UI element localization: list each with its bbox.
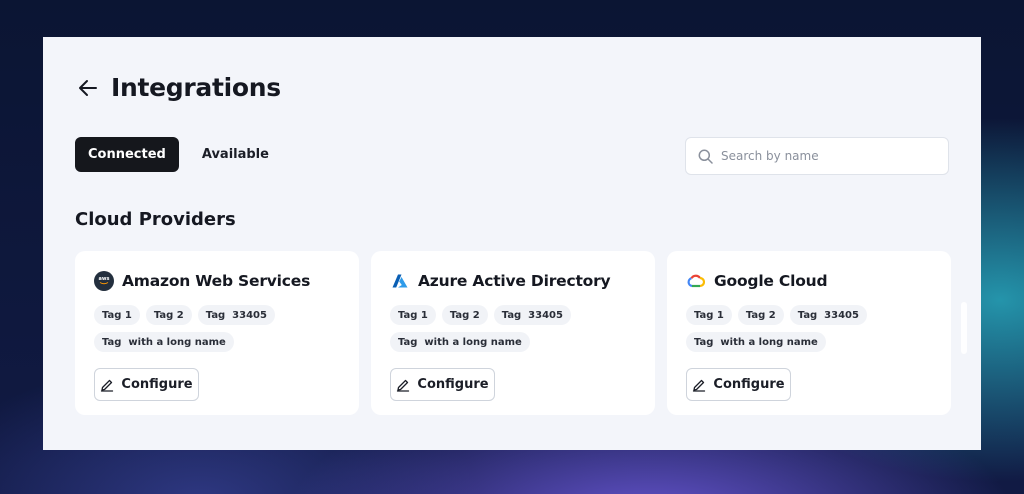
- tag: Tag with a long name: [686, 332, 826, 352]
- search-icon: [698, 149, 713, 164]
- tag: Tag 33405: [493, 305, 571, 325]
- card-header: Azure Active Directory: [390, 271, 637, 291]
- card-header: aws Amazon Web Services: [94, 271, 341, 291]
- provider-card-google-cloud: Google Cloud Tag 1 Tag 2 Tag 33405 Tag w…: [667, 251, 951, 415]
- tab-available[interactable]: Available: [189, 137, 282, 172]
- tag: Tag with a long name: [94, 332, 234, 352]
- card-header: Google Cloud: [686, 271, 933, 291]
- pencil-icon: [101, 379, 114, 392]
- tag: Tag 2: [441, 305, 488, 325]
- configure-label: Configure: [713, 377, 785, 392]
- tag-list: Tag 1 Tag 2 Tag 33405 Tag with a long na…: [94, 305, 344, 352]
- section-title: Cloud Providers: [75, 209, 236, 230]
- provider-cards: aws Amazon Web Services Tag 1 Tag 2 Tag …: [75, 251, 951, 415]
- tag: Tag 2: [737, 305, 784, 325]
- tag-list: Tag 1 Tag 2 Tag 33405 Tag with a long na…: [390, 305, 640, 352]
- page-header: Integrations: [77, 73, 281, 102]
- tag: Tag 1: [94, 305, 140, 325]
- configure-label: Configure: [121, 377, 193, 392]
- pencil-icon: [693, 379, 706, 392]
- tag: Tag with a long name: [390, 332, 530, 352]
- tag: Tag 1: [390, 305, 436, 325]
- back-button[interactable]: [77, 77, 99, 99]
- configure-button[interactable]: Configure: [390, 368, 495, 401]
- provider-name: Azure Active Directory: [418, 272, 611, 290]
- tag: Tag 33405: [197, 305, 275, 325]
- provider-name: Google Cloud: [714, 272, 828, 290]
- integrations-panel: Integrations Connected Available Cloud P…: [43, 37, 981, 450]
- tag-list: Tag 1 Tag 2 Tag 33405 Tag with a long na…: [686, 305, 936, 352]
- tag: Tag 33405: [789, 305, 867, 325]
- arrow-left-icon: [79, 79, 97, 96]
- aws-logo-icon: aws: [94, 271, 114, 291]
- provider-name: Amazon Web Services: [122, 272, 311, 290]
- tag: Tag 2: [145, 305, 192, 325]
- tab-connected[interactable]: Connected: [75, 137, 179, 172]
- tag: Tag 1: [686, 305, 732, 325]
- tab-bar: Connected Available: [75, 137, 282, 172]
- azure-logo-icon: [390, 271, 410, 291]
- pencil-icon: [397, 379, 410, 392]
- page-title: Integrations: [111, 73, 281, 102]
- scrollbar-thumb[interactable]: [961, 302, 967, 354]
- provider-card-azure: Azure Active Directory Tag 1 Tag 2 Tag 3…: [371, 251, 655, 415]
- configure-label: Configure: [417, 377, 489, 392]
- search-box[interactable]: [685, 137, 949, 175]
- search-input[interactable]: [721, 149, 931, 163]
- configure-button[interactable]: Configure: [94, 368, 199, 401]
- google-cloud-logo-icon: [686, 271, 706, 291]
- configure-button[interactable]: Configure: [686, 368, 791, 401]
- provider-card-aws: aws Amazon Web Services Tag 1 Tag 2 Tag …: [75, 251, 359, 415]
